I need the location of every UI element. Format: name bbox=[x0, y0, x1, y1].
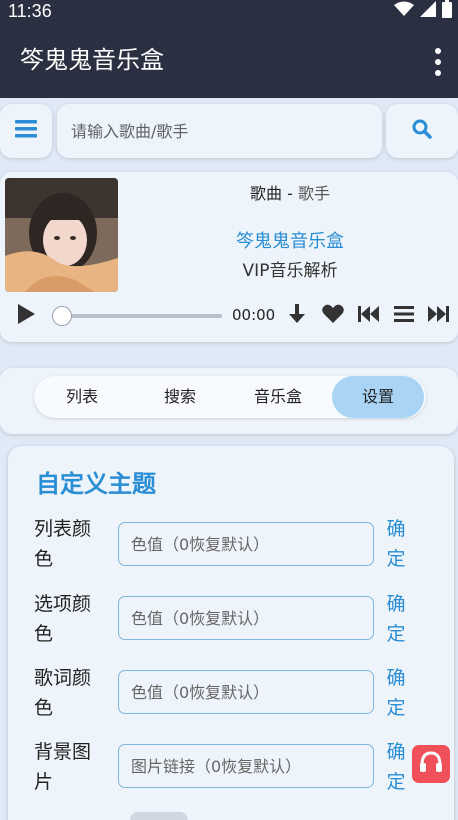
background-image-label: 背景图片 bbox=[34, 741, 92, 793]
background-image-confirm-button[interactable]: 确定 bbox=[384, 737, 408, 797]
menu-icon bbox=[15, 120, 37, 142]
list-color-label: 列表颜色 bbox=[34, 518, 92, 570]
app-bar: 笒鬼鬼音乐盒 bbox=[0, 22, 458, 98]
tabs-panel: 列表 搜索 音乐盒 设置 bbox=[0, 368, 458, 434]
previous-button[interactable] bbox=[357, 304, 381, 328]
lyric-color-label: 歌词颜色 bbox=[34, 667, 92, 719]
lyric-color-confirm-button[interactable]: 确定 bbox=[384, 663, 408, 723]
menu-button[interactable] bbox=[0, 104, 52, 158]
floating-headphones-button[interactable] bbox=[412, 745, 450, 783]
song-separator: - bbox=[282, 184, 298, 203]
player-card: 歌曲 - 歌手 笒鬼鬼音乐盒 VIP音乐解析 00:00 bbox=[0, 172, 458, 342]
download-icon bbox=[288, 304, 306, 328]
tab-search[interactable]: 搜索 bbox=[132, 376, 228, 418]
song-name: 歌曲 bbox=[250, 184, 283, 203]
card-title: 自定义主题 bbox=[36, 470, 156, 498]
next-icon bbox=[427, 305, 449, 327]
tab-list[interactable]: 列表 bbox=[34, 376, 130, 418]
background-image-input[interactable] bbox=[118, 744, 374, 788]
player-controls: 00:00 bbox=[0, 300, 458, 332]
custom-theme-card: 自定义主题 列表颜色 确定 选项颜色 确定 歌词颜色 确定 背景图片 确定 bbox=[8, 446, 454, 820]
playlist-icon bbox=[394, 306, 414, 326]
current-time: 00:00 bbox=[232, 306, 276, 324]
search-input[interactable] bbox=[57, 104, 382, 158]
option-color-input[interactable] bbox=[118, 596, 374, 640]
playlist-button[interactable] bbox=[392, 304, 416, 328]
player-brand: 笒鬼鬼音乐盒 bbox=[236, 231, 344, 252]
app-title: 笒鬼鬼音乐盒 bbox=[20, 46, 164, 74]
tab-bar: 列表 搜索 音乐盒 设置 bbox=[34, 376, 426, 418]
heart-icon bbox=[322, 304, 344, 328]
option-color-label: 选项颜色 bbox=[34, 593, 92, 645]
list-color-confirm-button[interactable]: 确定 bbox=[384, 514, 408, 574]
partial-toggle[interactable] bbox=[130, 812, 188, 820]
album-cover bbox=[5, 178, 118, 292]
signal-icon bbox=[420, 1, 436, 21]
progress-track[interactable] bbox=[52, 314, 222, 318]
search-button[interactable] bbox=[386, 104, 458, 158]
option-color-confirm-button[interactable]: 确定 bbox=[384, 589, 408, 649]
play-icon bbox=[16, 303, 36, 329]
status-bar: 11:36 bbox=[0, 0, 458, 22]
play-button[interactable] bbox=[14, 304, 38, 328]
headphones-icon bbox=[419, 751, 443, 777]
lyric-color-input[interactable] bbox=[118, 670, 374, 714]
song-title-line: 歌曲 - 歌手 bbox=[130, 180, 450, 204]
previous-icon bbox=[358, 305, 380, 327]
download-button[interactable] bbox=[286, 304, 308, 328]
tab-music-box[interactable]: 音乐盒 bbox=[230, 376, 326, 418]
search-icon bbox=[412, 119, 432, 143]
player-subtitle: VIP音乐解析 bbox=[242, 261, 338, 281]
favorite-button[interactable] bbox=[321, 304, 345, 328]
next-button[interactable] bbox=[426, 304, 450, 328]
battery-icon bbox=[442, 0, 452, 22]
progress-knob[interactable] bbox=[52, 306, 72, 326]
artist-name: 歌手 bbox=[297, 184, 330, 203]
search-row bbox=[0, 104, 458, 160]
wifi-icon bbox=[394, 1, 414, 21]
tab-settings[interactable]: 设置 bbox=[332, 376, 424, 418]
status-time: 11:36 bbox=[8, 1, 52, 21]
list-color-input[interactable] bbox=[118, 522, 374, 566]
more-options-icon[interactable] bbox=[432, 48, 444, 76]
